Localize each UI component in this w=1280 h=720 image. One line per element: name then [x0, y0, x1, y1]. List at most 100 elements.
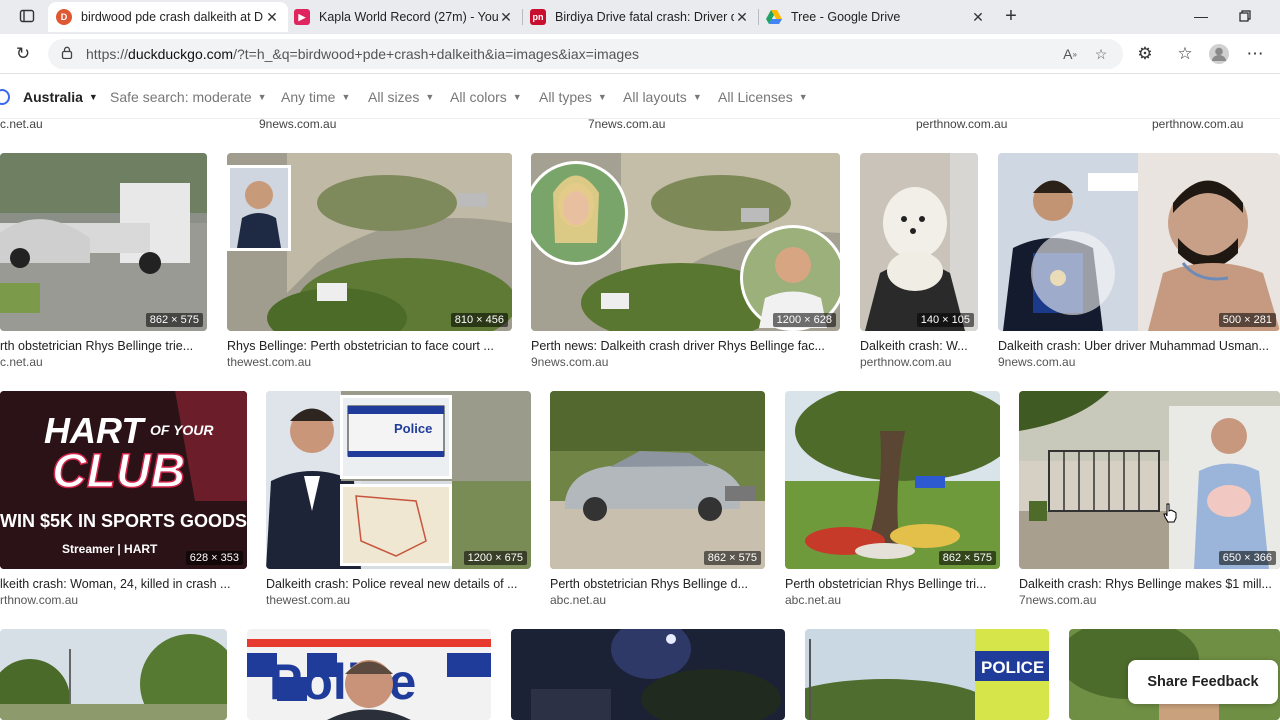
close-tab-icon[interactable]: ✕ [734, 9, 750, 26]
lock-icon[interactable] [54, 46, 80, 62]
image-result[interactable] [0, 629, 227, 720]
size-filter[interactable]: All sizes ▼ [368, 89, 434, 105]
result-thumbnail[interactable]: POLICE [805, 629, 1049, 720]
tab-youtube[interactable]: ▶ Kapla World Record (27m) - YouTu ✕ [286, 2, 522, 32]
image-dimensions: 140 × 105 [916, 313, 974, 327]
result-title[interactable]: Dalkeith crash: Uber driver Muhammad Usm… [998, 339, 1280, 353]
image-result[interactable] [511, 629, 785, 720]
result-thumbnail[interactable] [0, 629, 227, 720]
result-title[interactable]: Dalkeith crash: Police reveal new detail… [266, 577, 531, 591]
result-source[interactable]: thewest.com.au [227, 355, 311, 369]
result-thumbnail[interactable]: Police 1200 × 675 [266, 391, 531, 569]
url-text[interactable]: https://duckduckgo.com/?t=h_&q=birdwood+… [86, 46, 639, 62]
extensions-icon[interactable]: ⚙ [1131, 40, 1159, 68]
result-thumbnail[interactable]: 862 × 575 [785, 391, 1000, 569]
close-tab-icon[interactable]: ✕ [264, 9, 280, 26]
image-result[interactable]: POLICE [805, 629, 1049, 720]
image-result[interactable]: 862 × 575 Perth obstetrician Rhys Bellin… [785, 391, 1000, 609]
result-title[interactable]: Dalkeith crash: Rhys Bellinge makes $1 m… [1019, 577, 1280, 591]
result-thumbnail[interactable]: 140 × 105 [860, 153, 978, 331]
promo-text-win: WIN $5K IN SPORTS GOODS [0, 511, 247, 531]
result-source[interactable]: 7news.com.au [588, 119, 665, 131]
region-filter[interactable]: Australia ▼ [23, 89, 98, 105]
result-source[interactable]: 9news.com.au [531, 355, 608, 369]
result-title[interactable]: Perth obstetrician Rhys Bellinge d... [550, 577, 765, 591]
result-source[interactable]: perthnow.com.au [860, 355, 951, 369]
tab-duckduckgo[interactable]: D birdwood pde crash dalkeith at D ✕ [48, 2, 288, 32]
tab-bar: D birdwood pde crash dalkeith at D ✕ ▶ K… [0, 0, 1280, 34]
tab-perthnow[interactable]: pn Birdiya Drive fatal crash: Driver di … [522, 2, 758, 32]
tab-title: Kapla World Record (27m) - YouTu [319, 10, 498, 24]
duckduckgo-icon: D [56, 9, 72, 25]
more-menu-icon[interactable]: ⋯ [1241, 40, 1269, 68]
result-source[interactable]: perthnow.com.au [916, 119, 1007, 131]
region-toggle-icon[interactable] [0, 89, 10, 105]
profile-avatar[interactable] [1205, 40, 1233, 68]
image-dimensions: 810 × 456 [450, 313, 508, 327]
refresh-icon[interactable]: ↻ [9, 40, 37, 68]
result-source[interactable]: 9news.com.au [259, 119, 336, 131]
result-thumbnail[interactable]: 810 × 456 [227, 153, 512, 331]
image-result[interactable]: HART OF YOUR CLUB WIN $5K IN SPORTS GOOD… [0, 391, 247, 609]
new-tab-icon[interactable]: + [997, 2, 1025, 30]
image-filters: Australia ▼ Safe search: moderate ▼ Any ti… [0, 75, 1280, 119]
result-title[interactable]: Rhys Bellinge: Perth obstetrician to fac… [227, 339, 512, 353]
result-title[interactable]: Perth obstetrician Rhys Bellinge tri... [785, 577, 1000, 591]
result-title[interactable]: lkeith crash: Woman, 24, killed in crash… [0, 577, 247, 591]
type-filter[interactable]: All types ▼ [539, 89, 607, 105]
tab-google-drive[interactable]: Tree - Google Drive ✕ [758, 2, 994, 32]
result-thumbnail[interactable] [511, 629, 785, 720]
share-feedback-button[interactable]: Share Feedback [1128, 660, 1278, 704]
result-source[interactable]: thewest.com.au [266, 593, 350, 607]
image-result[interactable]: Police 1200 × 675 Dalkeith crash: Police… [266, 391, 531, 609]
image-result[interactable]: 862 × 575 Perth obstetrician Rhys Bellin… [550, 391, 765, 609]
result-source[interactable]: abc.net.au [550, 593, 606, 607]
read-aloud-icon[interactable]: A» [1059, 43, 1081, 65]
image-dimensions: 862 × 575 [703, 551, 761, 565]
result-title[interactable]: Perth news: Dalkeith crash driver Rhys B… [531, 339, 840, 353]
tab-title: Birdiya Drive fatal crash: Driver di [555, 10, 734, 24]
result-thumbnail[interactable]: 650 × 366 [1019, 391, 1280, 569]
result-source[interactable]: perthnow.com.au [1152, 119, 1243, 131]
image-result[interactable]: 650 × 366 Dalkeith crash: Rhys Bellinge … [1019, 391, 1280, 609]
google-drive-icon [766, 9, 782, 25]
result-thumbnail[interactable]: 1200 × 628 [531, 153, 840, 331]
favorite-star-icon[interactable]: ☆ [1090, 43, 1112, 65]
promo-text-club: CLUB [52, 445, 185, 498]
layout-filter[interactable]: All layouts ▼ [623, 89, 702, 105]
result-source[interactable]: 7news.com.au [1019, 593, 1096, 607]
image-result[interactable]: 862 × 575 rth obstetrician Rhys Bellinge… [0, 153, 207, 369]
police-vest-text: POLICE [981, 658, 1044, 677]
time-filter[interactable]: Any time ▼ [281, 89, 350, 105]
result-thumbnail[interactable]: 500 × 281 [998, 153, 1280, 331]
safe-search-filter[interactable]: Safe search: moderate ▼ [110, 89, 267, 105]
close-tab-icon[interactable]: ✕ [970, 9, 986, 26]
police-banner-text: Police [269, 654, 416, 710]
result-title[interactable]: rth obstetrician Rhys Bellinge trie... [0, 339, 207, 353]
result-thumbnail[interactable]: 862 × 575 [550, 391, 765, 569]
image-result[interactable]: 140 × 105 Dalkeith crash: W... perthnow.… [860, 153, 978, 369]
result-source[interactable]: rthnow.com.au [0, 593, 78, 607]
result-thumbnail[interactable]: Police [247, 629, 491, 720]
image-result[interactable]: 810 × 456 Rhys Bellinge: Perth obstetric… [227, 153, 512, 369]
image-dimensions: 1200 × 675 [463, 551, 527, 565]
favorites-icon[interactable]: ☆ [1171, 40, 1199, 68]
result-source[interactable]: c.net.au [0, 119, 43, 131]
image-result[interactable]: 1200 × 628 Perth news: Dalkeith crash dr… [531, 153, 840, 369]
image-result[interactable]: 500 × 281 Dalkeith crash: Uber driver Mu… [998, 153, 1280, 369]
close-tab-icon[interactable]: ✕ [498, 9, 514, 26]
result-source[interactable]: 9news.com.au [998, 355, 1075, 369]
result-source[interactable]: c.net.au [0, 355, 43, 369]
license-filter[interactable]: All Licenses ▼ [718, 89, 808, 105]
restore-icon[interactable] [1223, 0, 1267, 32]
color-filter[interactable]: All colors ▼ [450, 89, 522, 105]
result-source[interactable]: abc.net.au [785, 593, 841, 607]
result-title[interactable]: Dalkeith crash: W... [860, 339, 978, 353]
tab-actions-icon[interactable] [13, 2, 41, 30]
image-result[interactable]: Police [247, 629, 491, 720]
minimize-icon[interactable]: — [1179, 0, 1223, 32]
result-thumbnail[interactable]: HART OF YOUR CLUB WIN $5K IN SPORTS GOOD… [0, 391, 247, 569]
result-thumbnail[interactable]: 862 × 575 [0, 153, 207, 331]
address-bar[interactable]: https://duckduckgo.com/?t=h_&q=birdwood+… [48, 39, 1123, 69]
mouse-cursor-icon [1163, 503, 1177, 523]
